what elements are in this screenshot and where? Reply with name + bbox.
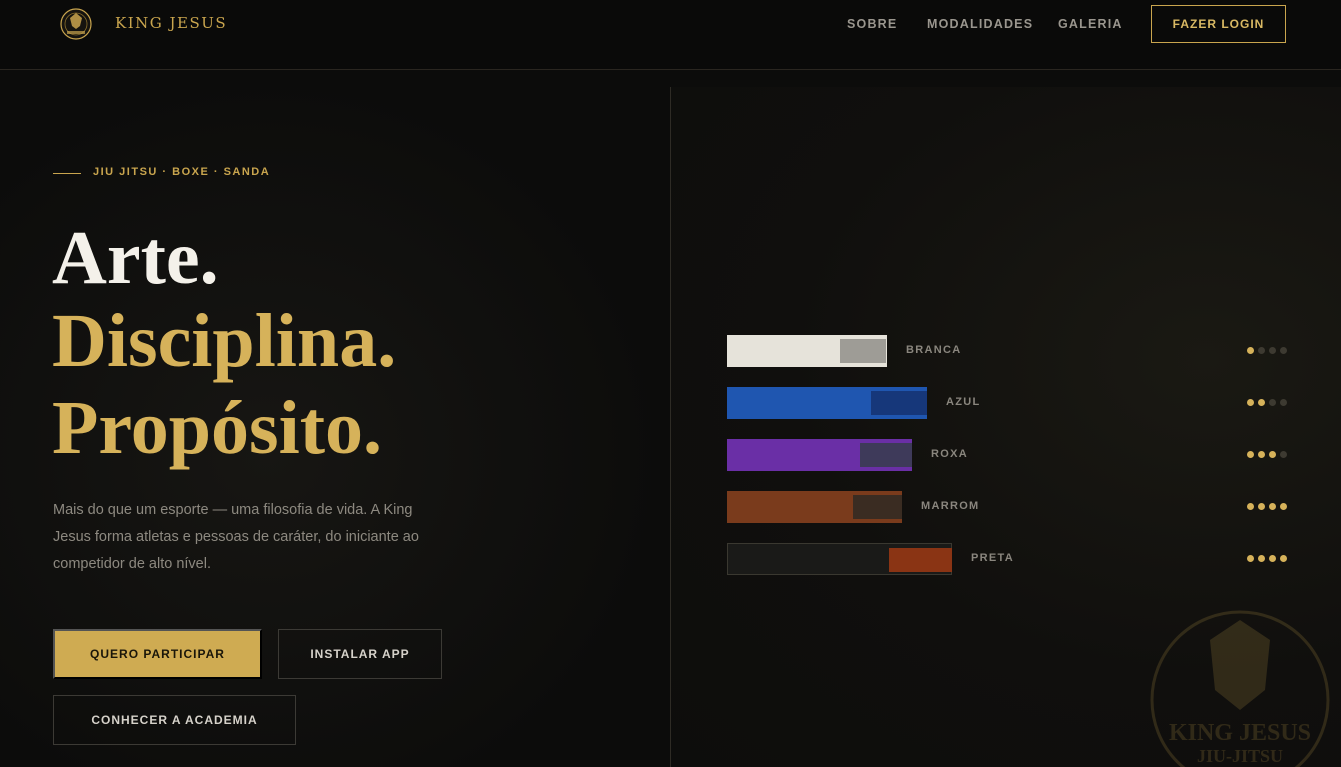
belt-label: AZUL — [946, 396, 981, 408]
level-dot — [1280, 399, 1287, 406]
belt-bar — [727, 491, 902, 523]
login-button[interactable]: FAZER LOGIN — [1151, 5, 1286, 43]
level-dot — [1280, 503, 1287, 510]
level-dot — [1258, 347, 1265, 354]
belt-tip — [889, 548, 952, 572]
belt-label: PRETA — [971, 552, 1014, 564]
level-dot — [1269, 555, 1276, 562]
belt-label: ROXA — [931, 448, 968, 460]
install-app-button[interactable]: INSTALAR APP — [278, 629, 442, 679]
top-nav: KING JESUS SOBRE MODALIDADES GALERIA FAZ… — [0, 0, 1341, 70]
belt-level-dots — [1247, 347, 1287, 354]
hero-title-line-1: Arte. — [52, 216, 219, 300]
belt-row-azul: AZUL — [727, 387, 1287, 419]
belt-tip — [871, 391, 927, 415]
eyebrow-line — [53, 173, 81, 174]
belt-tip — [840, 339, 886, 363]
level-dot — [1247, 451, 1254, 458]
level-dot — [1258, 399, 1265, 406]
belt-bar — [727, 439, 912, 471]
belt-label: MARROM — [921, 500, 980, 512]
hero-description: Mais do que um esporte — uma filosofia d… — [53, 502, 419, 572]
belt-level-dots — [1247, 451, 1287, 458]
level-dot — [1280, 451, 1287, 458]
belt-row-roxa: ROXA — [727, 439, 1287, 471]
belt-row-marrom: MARROM — [727, 491, 1287, 523]
join-button[interactable]: QUERO PARTICIPAR — [53, 629, 262, 679]
brand-name[interactable]: KING JESUS — [115, 14, 227, 32]
belt-tip — [860, 443, 912, 467]
belt-level-dots — [1247, 399, 1287, 406]
watermark-text-1: KING JESUS — [1169, 720, 1311, 746]
level-dot — [1258, 555, 1265, 562]
hero-title-line-2: Disciplina. — [52, 299, 397, 383]
watermark-text-2: JIU-JITSU — [1197, 746, 1283, 766]
nav-link-galeria[interactable]: GALERIA — [1058, 17, 1123, 31]
level-dot — [1280, 347, 1287, 354]
level-dot — [1258, 503, 1265, 510]
nav-link-modalidades[interactable]: MODALIDADES — [927, 17, 1033, 31]
belt-bar — [727, 543, 952, 575]
belt-bar — [727, 387, 927, 419]
academy-button[interactable]: CONHECER A ACADEMIA — [53, 695, 296, 745]
level-dot — [1269, 399, 1276, 406]
belt-label: BRANCA — [906, 344, 962, 356]
nav-link-sobre[interactable]: SOBRE — [847, 17, 897, 31]
level-dot — [1247, 399, 1254, 406]
belt-level-dots — [1247, 555, 1287, 562]
level-dot — [1258, 451, 1265, 458]
hero-title-line-3: Propósito. — [52, 386, 383, 470]
level-dot — [1269, 503, 1276, 510]
belt-row-preta: PRETA — [727, 543, 1287, 575]
level-dot — [1247, 347, 1254, 354]
hero-eyebrow: JIU JITSU · BOXE · SANDA — [93, 166, 271, 178]
belt-level-dots — [1247, 503, 1287, 510]
belt-tip — [853, 495, 902, 519]
king-jesus-watermark-icon: KING JESUS JIU-JITSU — [1150, 610, 1330, 767]
king-jesus-logo-icon[interactable] — [58, 5, 94, 43]
level-dot — [1269, 347, 1276, 354]
level-dot — [1247, 555, 1254, 562]
level-dot — [1269, 451, 1276, 458]
level-dot — [1247, 503, 1254, 510]
belt-bar — [727, 335, 887, 367]
belt-row-branca: BRANCA — [727, 335, 1287, 367]
level-dot — [1280, 555, 1287, 562]
